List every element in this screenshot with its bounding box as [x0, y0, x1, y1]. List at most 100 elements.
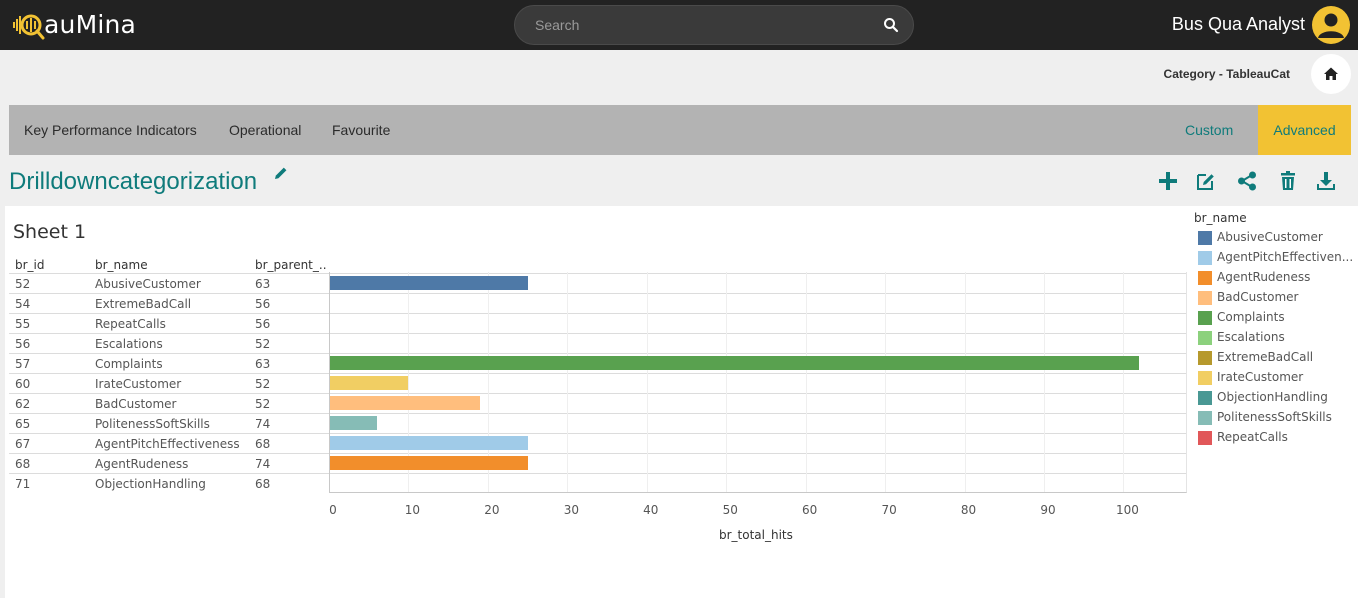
cell-br-id: 65 — [15, 417, 31, 431]
x-tick-label: 30 — [563, 503, 579, 517]
legend-label: IrateCustomer — [1217, 370, 1304, 384]
cell-br-name: PolitenessSoftSkills — [95, 417, 210, 431]
legend-item[interactable]: AgentRudeness — [1198, 270, 1358, 286]
share-icon[interactable] — [1236, 170, 1258, 192]
search-input[interactable] — [535, 6, 865, 44]
download-icon[interactable] — [1315, 170, 1337, 192]
bar-abusivecustomer[interactable] — [330, 276, 528, 290]
legend-item[interactable]: Complaints — [1198, 310, 1358, 326]
legend-swatch — [1198, 251, 1212, 265]
cell-br-parent: 52 — [255, 397, 271, 411]
user-name[interactable]: Bus Qua Analyst — [1172, 14, 1305, 35]
cell-br-parent: 68 — [255, 477, 271, 491]
tab-advanced[interactable]: Advanced — [1258, 105, 1351, 155]
legend-swatch — [1198, 311, 1212, 325]
column-header-br-parent[interactable]: br_parent_.. — [255, 258, 327, 272]
legend-label: AgentPitchEffectiven... — [1217, 250, 1354, 264]
home-button[interactable] — [1311, 54, 1351, 94]
legend-label: ExtremeBadCall — [1217, 350, 1314, 364]
legend-swatch — [1198, 271, 1212, 285]
column-header-br-name[interactable]: br_name — [95, 258, 148, 272]
cell-br-parent: 74 — [255, 457, 271, 471]
legend-swatch — [1198, 431, 1212, 445]
cell-br-name: AgentPitchEffectiveness — [95, 437, 240, 451]
x-tick-label: 20 — [484, 503, 500, 517]
cell-br-id: 52 — [15, 277, 31, 291]
legend-label: BadCustomer — [1217, 290, 1299, 304]
legend-item[interactable]: ObjectionHandling — [1198, 390, 1358, 406]
sheet-title: Sheet 1 — [13, 221, 87, 243]
logo-text: auMina — [44, 10, 137, 39]
legend-item[interactable]: BadCustomer — [1198, 290, 1358, 306]
legend-label: PolitenessSoftSkills — [1217, 410, 1332, 424]
legend-item[interactable]: PolitenessSoftSkills — [1198, 410, 1358, 426]
trash-icon[interactable] — [1277, 170, 1299, 192]
cell-br-id: 71 — [15, 477, 31, 491]
tab-custom[interactable]: Custom — [1185, 105, 1233, 155]
cell-br-id: 57 — [15, 357, 31, 371]
bar-iratecustomer[interactable] — [330, 376, 409, 390]
cell-br-name: AbusiveCustomer — [95, 277, 201, 291]
cell-br-id: 54 — [15, 297, 31, 311]
bar-agentpitcheffectiveness[interactable] — [330, 436, 528, 450]
legend-label: AgentRudeness — [1217, 270, 1311, 284]
cell-br-name: Complaints — [95, 357, 163, 371]
page-title: Drilldowncategorization — [9, 168, 258, 195]
cell-br-id: 68 — [15, 457, 31, 471]
tab-key-performance-indicators[interactable]: Key Performance Indicators — [24, 105, 197, 155]
cell-br-name: Escalations — [95, 337, 163, 351]
legend-item[interactable]: AgentPitchEffectiven... — [1198, 250, 1358, 266]
legend-item[interactable]: AbusiveCustomer — [1198, 230, 1358, 246]
cell-br-parent: 63 — [255, 277, 271, 291]
cell-br-parent: 56 — [255, 317, 271, 331]
x-tick-label: 90 — [1040, 503, 1056, 517]
legend-swatch — [1198, 411, 1212, 425]
edit-icon[interactable] — [1195, 170, 1217, 192]
tab-operational[interactable]: Operational — [229, 105, 301, 155]
search-box — [514, 5, 914, 45]
legend-item[interactable]: Escalations — [1198, 330, 1358, 346]
x-axis-label: br_total_hits — [719, 528, 793, 542]
legend-swatch — [1198, 231, 1212, 245]
cell-br-id: 67 — [15, 437, 31, 451]
cell-br-parent: 63 — [255, 357, 271, 371]
x-tick-label: 10 — [404, 503, 421, 517]
legend-label: Complaints — [1217, 310, 1285, 324]
bar-politenesssoftskills[interactable] — [330, 416, 377, 430]
legend-swatch — [1198, 291, 1212, 305]
top-bar: auMina Bus Qua Analyst — [0, 0, 1358, 50]
legend-label: RepeatCalls — [1217, 430, 1288, 444]
legend-title: br_name — [1194, 211, 1247, 225]
cell-br-id: 56 — [15, 337, 31, 351]
column-header-br-id[interactable]: br_id — [15, 258, 45, 272]
bar-complaints[interactable] — [330, 356, 1140, 370]
x-tick-label: 80 — [960, 503, 977, 517]
cell-br-parent: 68 — [255, 437, 271, 451]
logo[interactable]: auMina — [12, 8, 136, 42]
cell-br-parent: 52 — [255, 377, 271, 391]
legend-item[interactable]: RepeatCalls — [1198, 430, 1358, 446]
legend-item[interactable]: ExtremeBadCall — [1198, 350, 1358, 366]
x-tick-label: 40 — [643, 503, 659, 517]
user-avatar-icon[interactable] — [1312, 6, 1350, 44]
legend-item[interactable]: IrateCustomer — [1198, 370, 1358, 386]
cell-br-id: 55 — [15, 317, 31, 331]
cell-br-name: BadCustomer — [95, 397, 177, 411]
bar-agentrudeness[interactable] — [330, 456, 528, 470]
cell-br-name: ExtremeBadCall — [95, 297, 192, 311]
cell-br-parent: 52 — [255, 337, 271, 351]
legend-label: AbusiveCustomer — [1217, 230, 1323, 244]
cell-br-name: ObjectionHandling — [95, 477, 206, 491]
search-icon[interactable] — [883, 17, 899, 33]
cell-br-name: RepeatCalls — [95, 317, 166, 331]
cell-br-id: 62 — [15, 397, 31, 411]
x-tick-label: 70 — [881, 503, 897, 517]
plus-icon[interactable] — [1157, 170, 1179, 192]
edit-title-icon[interactable] — [273, 165, 289, 181]
tab-favourite[interactable]: Favourite — [332, 105, 390, 155]
x-tick-label: 100 — [1115, 503, 1139, 517]
cell-br-id: 60 — [15, 377, 31, 391]
bar-badcustomer[interactable] — [330, 396, 480, 410]
legend-swatch — [1198, 331, 1212, 345]
legend-swatch — [1198, 371, 1212, 385]
